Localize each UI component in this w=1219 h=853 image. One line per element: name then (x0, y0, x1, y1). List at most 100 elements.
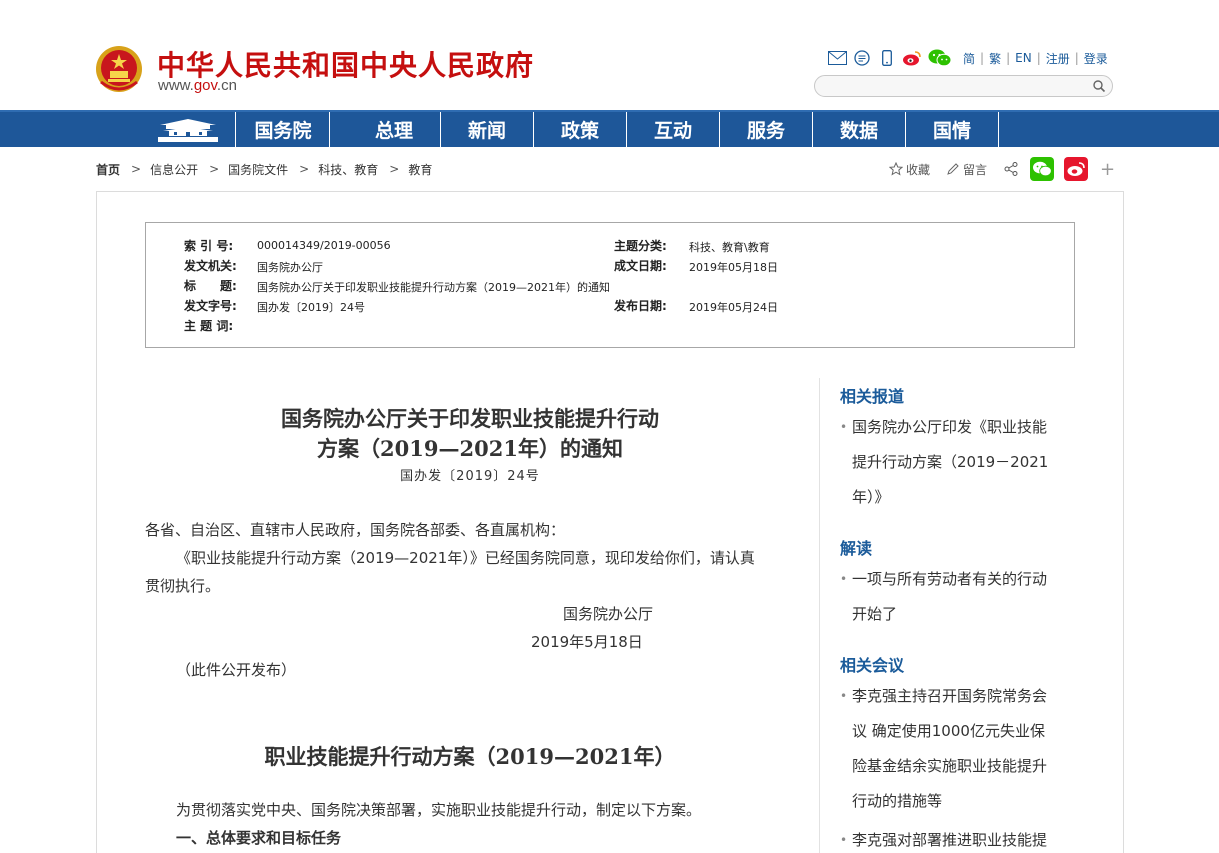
breadcrumb-home[interactable]: 首页 (96, 161, 120, 178)
url-prefix: www. (158, 77, 194, 94)
message-icon[interactable] (852, 48, 872, 68)
share-icon (1004, 162, 1018, 176)
weibo-share-button[interactable] (1064, 157, 1089, 181)
link-simplified[interactable]: 简 (958, 50, 980, 67)
tiananmen-icon (158, 118, 218, 142)
breadcrumb-state-council-docs[interactable]: 国务院文件 (228, 161, 288, 178)
meta-created-value: 2019年05月18日 (689, 261, 778, 274)
mail-icon[interactable] (827, 48, 847, 68)
meta-docno-value: 国办发〔2019〕24号 (257, 301, 365, 314)
chevron-right-icon: > (389, 162, 400, 176)
meta-category-label: 主题分类: (614, 239, 667, 253)
chevron-right-icon: > (299, 162, 310, 176)
plan-intro: 为贯彻落实党中央、国务院决策部署，实施职业技能提升行动，制定以下方案。 (176, 801, 702, 819)
meeting-line: 议 确定使用1000亿元失业保 (852, 722, 1045, 740)
interpretation-line: 一项与所有劳动者有关的行动 (852, 570, 1048, 588)
link-english[interactable]: EN (1010, 51, 1037, 65)
weibo-icon (1067, 162, 1085, 176)
section-heading: 一、总体要求和目标任务 (176, 829, 342, 847)
nav-item-news[interactable]: 新闻 (441, 112, 534, 147)
breadcrumb: 首页 > 信息公开 > 国务院文件 > 科技、教育 > 教育 (96, 160, 432, 178)
more-share-button[interactable]: + (1100, 159, 1115, 180)
meta-title-value: 国务院办公厅关于印发职业技能提升行动方案（2019—2021年）的通知 (257, 281, 610, 294)
nav-item-policy[interactable]: 政策 (534, 112, 627, 147)
article-doc-number: 国办发〔2019〕24号 (400, 469, 540, 484)
breadcrumb-education[interactable]: 教育 (408, 161, 432, 178)
article-date: 2019年5月18日 (531, 633, 643, 651)
meta-keywords-label: 主 题 词: (184, 319, 234, 333)
wechat-icon (1033, 161, 1052, 177)
url-brand: gov (193, 77, 217, 94)
sidebar-divider (819, 378, 820, 853)
search-input[interactable] (827, 78, 1082, 94)
plan-title: 职业技能提升行动方案（2019—2021年） (264, 744, 676, 769)
national-emblem-icon[interactable] (95, 44, 143, 94)
article-greeting: 各省、自治区、直辖市人民政府，国务院各部委、各直属机构： (145, 521, 566, 539)
meta-issuer-label: 发文机关: (184, 259, 237, 273)
search-icon[interactable] (1092, 79, 1106, 93)
nav-item-national-info[interactable]: 国情 (906, 112, 999, 147)
nav-item-state-council[interactable]: 国务院 (237, 112, 330, 147)
search-box (814, 75, 1113, 97)
favorite-label: 收藏 (906, 162, 931, 177)
related-report-line: 提升行动方案（2019－2021 (852, 453, 1049, 471)
nav-item-premier[interactable]: 总理 (348, 112, 441, 147)
article-title-line2: 方案（2019—2021年）的通知 (317, 436, 623, 461)
bullet: • (840, 833, 848, 847)
link-register[interactable]: 注册 (1041, 50, 1075, 67)
meeting-line: 李克强主持召开国务院常务会 (852, 687, 1048, 705)
nav-item-interaction[interactable]: 互动 (627, 112, 720, 147)
site-header: 中华人民共和国中央人民政府 www.gov.cn 简 | 繁 | EN | 注册… (0, 0, 1219, 110)
chevron-right-icon: > (209, 162, 220, 176)
nav-item-data[interactable]: 数据 (813, 112, 906, 147)
mobile-icon[interactable] (877, 48, 897, 68)
wechat-icon[interactable] (927, 48, 953, 68)
link-login[interactable]: 登录 (1079, 50, 1113, 67)
related-reports-heading: 相关报道 (840, 387, 905, 406)
meta-index-label: 索 引 号: (184, 239, 234, 253)
meta-issuer-value: 国务院办公厅 (257, 261, 323, 274)
favorite-button[interactable]: 收藏 (889, 161, 930, 178)
share-button[interactable] (1003, 161, 1022, 177)
url-suffix: .cn (216, 77, 237, 94)
meta-published-label: 发布日期: (614, 299, 667, 313)
chevron-right-icon: > (131, 162, 142, 176)
related-report-line: 国务院办公厅印发《职业技能 (852, 418, 1048, 436)
nav-home[interactable] (141, 112, 236, 147)
meta-published-value: 2019年05月24日 (689, 301, 778, 314)
related-report-line: 年）》 (852, 488, 890, 506)
meta-docno-label: 发文字号: (184, 299, 237, 313)
article-disclosure: （此件公开发布） (176, 661, 297, 679)
meta-created-label: 成文日期: (614, 259, 667, 273)
meeting-line: 行动的措施等 (852, 792, 943, 810)
interpretation-line: 开始了 (852, 605, 898, 623)
share-tools: 收藏 留言 + (889, 156, 1115, 182)
comment-label: 留言 (963, 162, 988, 177)
article-body-line2: 贯彻执行。 (145, 577, 221, 595)
pencil-icon (947, 163, 959, 175)
interpretation-heading: 解读 (840, 539, 873, 558)
top-links: 简 | 繁 | EN | 注册 | 登录 (827, 47, 1113, 69)
weibo-icon[interactable] (902, 48, 922, 68)
article-signer: 国务院办公厅 (563, 605, 654, 623)
breadcrumb-info-disclosure[interactable]: 信息公开 (150, 161, 198, 178)
article-body-line1: 《职业技能提升行动方案（2019—2021年）》已经国务院同意，现印发给你们，请… (176, 549, 755, 567)
main-nav: 国务院 总理 新闻 政策 互动 服务 数据 国情 (0, 110, 1219, 147)
document-meta-table: 索 引 号: 000014349/2019-00056 主题分类: 科技、教育\… (145, 222, 1075, 348)
bullet: • (840, 572, 848, 586)
bullet: • (840, 689, 848, 703)
comment-button[interactable]: 留言 (946, 161, 987, 178)
site-url[interactable]: www.gov.cn (158, 77, 237, 94)
nav-item-services[interactable]: 服务 (720, 112, 813, 147)
related-meetings-heading: 相关会议 (840, 656, 905, 675)
meta-title-label: 标 题: (184, 279, 237, 293)
link-traditional[interactable]: 繁 (984, 50, 1006, 67)
wechat-share-button[interactable] (1030, 157, 1055, 181)
star-icon (889, 162, 903, 176)
breadcrumb-sci-edu[interactable]: 科技、教育 (318, 161, 378, 178)
bullet: • (840, 420, 848, 434)
meeting-line: 李克强对部署推进职业技能提 (852, 831, 1048, 849)
article-title-line1: 国务院办公厅关于印发职业技能提升行动 (281, 406, 659, 431)
meta-index-value: 000014349/2019-00056 (257, 239, 391, 252)
meta-category-value: 科技、教育\教育 (689, 241, 770, 254)
